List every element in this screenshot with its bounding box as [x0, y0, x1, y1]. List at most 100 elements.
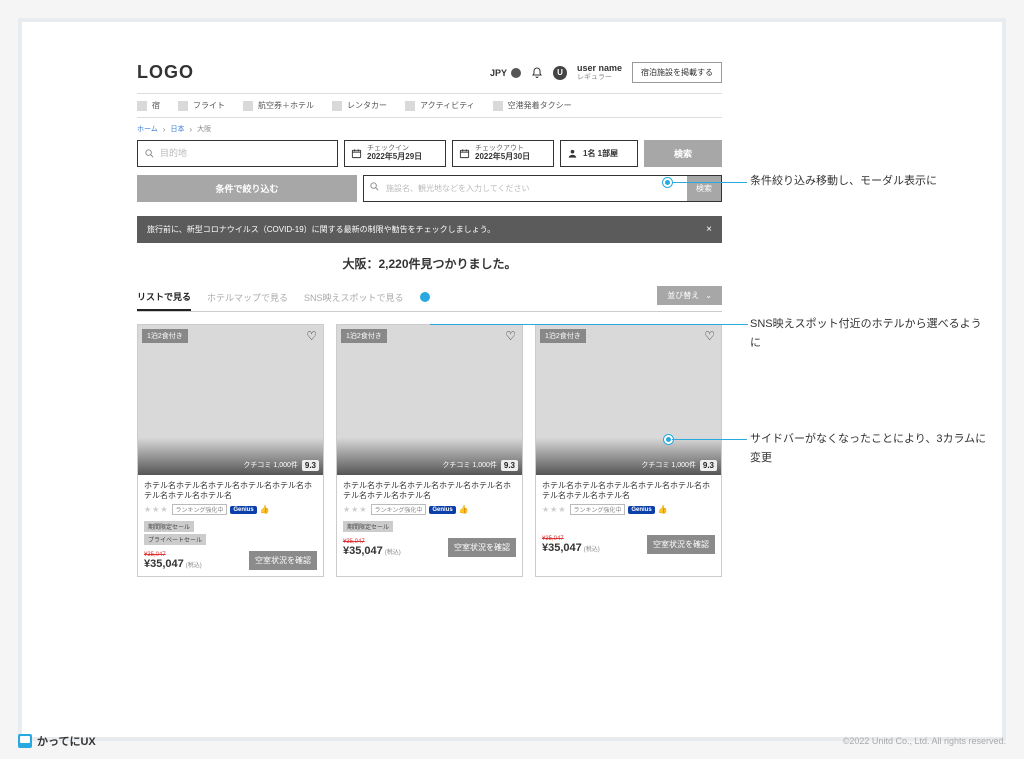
review-count: クチコミ 1,000件 [641, 460, 695, 470]
user-block[interactable]: user name レギュラー [577, 64, 622, 82]
review-row: クチコミ 1,000件 9.3 [641, 460, 717, 471]
price-row: ¥35,047 ¥35,047(税込) 空室状況を確認 [144, 551, 317, 570]
keyword-input[interactable] [380, 176, 687, 201]
thumbup-icon: 👍 [459, 505, 469, 514]
breadcrumb: ホーム › 日本 › 大阪 [137, 118, 722, 140]
nav-tab-flight[interactable]: フライト [178, 100, 225, 111]
tab-map-view[interactable]: ホテルマップで見る [207, 285, 288, 310]
heart-icon[interactable]: ♡ [505, 329, 516, 343]
annotation-1: 条件絞り込み移動し、モーダル表示に [750, 172, 990, 191]
review-count: クチコミ 1,000件 [442, 460, 496, 470]
search-button[interactable]: 検索 [644, 140, 722, 167]
nav-tabs: 宿 フライト 航空券＋ホテル レンタカー アクティビティ 空港発着タクシー [137, 93, 722, 118]
checkout-label: チェックアウト [475, 145, 530, 152]
footer-logo-icon [18, 734, 32, 748]
checkout-field[interactable]: チェックアウト 2022年5月30日 [452, 140, 554, 167]
hotel-thumbnail: 1泊2食付き ♡ クチコミ 1,000件 9.3 [536, 325, 721, 475]
hotel-thumbnail: 1泊2食付き ♡ クチコミ 1,000件 9.3 [138, 325, 323, 475]
card-grid: 1泊2食付き ♡ クチコミ 1,000件 9.3 ホテル名ホテル名ホテル名ホテル… [137, 324, 722, 578]
nav-tab-taxi[interactable]: 空港発着タクシー [493, 100, 572, 111]
meal-plan-tag: 1泊2食付き [540, 329, 586, 343]
availability-button[interactable]: 空室状況を確認 [647, 535, 715, 554]
footer-logo: かってにUX [18, 733, 96, 749]
filter-button[interactable]: 条件で絞り込む [137, 175, 357, 202]
review-score: 9.3 [700, 460, 717, 471]
guests-field[interactable]: 1名 1部屋 [560, 140, 638, 167]
person-icon [567, 148, 578, 159]
checkin-value: 2022年5月29日 [367, 152, 422, 162]
keyword-search-button[interactable]: 検索 [687, 176, 721, 201]
destination-input[interactable] [160, 148, 331, 158]
page-frame: LOGO JPY U user name レギュラー 宿泊施設を掲載する 宿 フ… [18, 18, 1006, 741]
hotel-name: ホテル名ホテル名ホテル名ホテル名ホテル名ホテル名ホテル名ホテル名 [144, 481, 317, 502]
meta-row: ★★★ ランキング強化中 Genius 👍 [144, 504, 317, 515]
tab-list-view[interactable]: リストで見る [137, 284, 191, 311]
annotation-line [430, 324, 748, 325]
hotel-name: ホテル名ホテル名ホテル名ホテル名ホテル名ホテル名ホテル名ホテル名 [542, 481, 715, 502]
availability-button[interactable]: 空室状況を確認 [448, 538, 516, 557]
ranking-tag: ランキング強化中 [570, 504, 626, 515]
nav-tab-car[interactable]: レンタカー [332, 100, 387, 111]
hotel-card[interactable]: 1泊2食付き ♡ クチコミ 1,000件 9.3 ホテル名ホテル名ホテル名ホテル… [535, 324, 722, 578]
currency-flag-icon [511, 68, 521, 78]
list-property-button[interactable]: 宿泊施設を掲載する [632, 62, 722, 83]
tax-note: (税込) [385, 550, 401, 556]
price-col: ¥35,047 ¥35,047(税込) [343, 539, 401, 557]
breadcrumb-country[interactable]: 日本 [170, 124, 184, 134]
bell-icon[interactable] [531, 67, 543, 79]
results-heading: 大阪：2,220件見つかりました。 [137, 255, 722, 272]
review-count: クチコミ 1,000件 [243, 460, 297, 470]
hotel-thumbnail: 1泊2食付き ♡ クチコミ 1,000件 9.3 [337, 325, 522, 475]
annotation-marker-icon [420, 292, 430, 302]
nav-tab-flight-hotel[interactable]: 航空券＋ホテル [243, 100, 314, 111]
star-icons: ★★★ [343, 505, 368, 514]
price-col: ¥35,047 ¥35,047(税込) [144, 552, 202, 570]
hotel-card[interactable]: 1泊2食付き ♡ クチコミ 1,000件 9.3 ホテル名ホテル名ホテル名ホテル… [336, 324, 523, 578]
meal-plan-tag: 1泊2食付き [341, 329, 387, 343]
tab-sns-view[interactable]: SNS映えスポットで見る [304, 285, 404, 310]
meta-row: ★★★ ランキング強化中 Genius 👍 [542, 504, 715, 515]
card-body: ホテル名ホテル名ホテル名ホテル名ホテル名ホテル名ホテル名ホテル名 ★★★ ランキ… [337, 475, 522, 564]
currency-selector[interactable]: JPY [490, 68, 521, 78]
card-body: ホテル名ホテル名ホテル名ホテル名ホテル名ホテル名ホテル名ホテル名 ★★★ ランキ… [138, 475, 323, 577]
price-col: ¥35,047 ¥35,047(税込) [542, 536, 600, 554]
genius-badge: Genius [628, 506, 654, 514]
user-tier: レギュラー [577, 74, 622, 82]
user-name: user name [577, 64, 622, 74]
square-icon [332, 101, 342, 111]
tax-note: (税込) [584, 547, 600, 553]
breadcrumb-city: 大阪 [197, 124, 211, 134]
footer: かってにUX ©2022 Unitd Co., Ltd. All rights … [18, 733, 1006, 749]
hotel-card[interactable]: 1泊2食付き ♡ クチコミ 1,000件 9.3 ホテル名ホテル名ホテル名ホテル… [137, 324, 324, 578]
sale-tags: 期間限定セール プライベートセール [144, 521, 317, 545]
avatar[interactable]: U [553, 66, 567, 80]
covid-banner: 旅行前に、新型コロナウイルス（COVID-19）に関する最新の制限や勧告をチェッ… [137, 216, 722, 243]
heart-icon[interactable]: ♡ [306, 329, 317, 343]
nav-tab-stay[interactable]: 宿 [137, 100, 160, 111]
price-row: ¥35,047 ¥35,047(税込) 空室状況を確認 [542, 535, 715, 554]
review-score: 9.3 [302, 460, 319, 471]
chevron-down-icon: ⌄ [705, 291, 712, 300]
calendar-icon [351, 148, 362, 159]
square-icon [178, 101, 188, 111]
sort-label: 並び替え [667, 290, 699, 301]
annotation-marker-icon [663, 178, 672, 187]
sort-button[interactable]: 並び替え ⌄ [657, 286, 722, 305]
checkin-field[interactable]: チェックイン 2022年5月29日 [344, 140, 446, 167]
thumbup-icon: 👍 [658, 505, 668, 514]
availability-button[interactable]: 空室状況を確認 [249, 551, 317, 570]
destination-field[interactable] [137, 140, 338, 167]
price: ¥35,047 [144, 558, 184, 570]
chevron-right-icon: › [189, 125, 192, 134]
close-icon[interactable]: × [706, 224, 712, 235]
meal-plan-tag: 1泊2食付き [142, 329, 188, 343]
card-body: ホテル名ホテル名ホテル名ホテル名ホテル名ホテル名ホテル名ホテル名 ★★★ ランキ… [536, 475, 721, 561]
breadcrumb-home[interactable]: ホーム [137, 124, 158, 134]
genius-badge: Genius [230, 506, 256, 514]
heart-icon[interactable]: ♡ [704, 329, 715, 343]
annotation-2: SNS映えスポット付近のホテルから選べるように [750, 315, 990, 352]
nav-tab-activity[interactable]: アクティビティ [405, 100, 475, 111]
sale-tag: プライベートセール [144, 534, 206, 545]
annotation-line [672, 182, 747, 183]
price: ¥35,047 [542, 542, 582, 554]
